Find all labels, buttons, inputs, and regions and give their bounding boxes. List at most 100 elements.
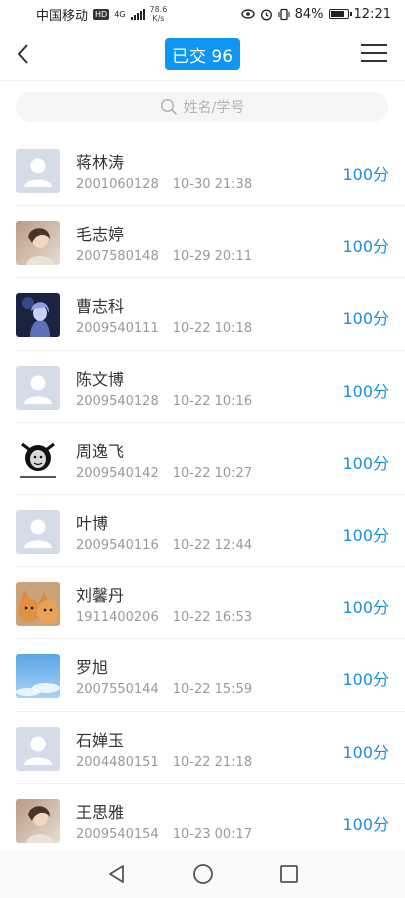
submit-time: 10-22 10:18 [172,321,253,337]
student-row[interactable]: 罗旭 2007550144 10-22 15:59 100分 [16,639,405,712]
avatar [16,726,60,771]
nav-home-icon[interactable] [192,863,214,885]
student-name: 刘馨丹 [76,586,125,606]
student-row[interactable]: 叶博 2009540116 10-22 12:44 100分 [16,495,405,568]
signal-icon [130,8,145,20]
student-id: 2009540111 [76,321,159,337]
battery-icon [328,9,352,19]
submit-time: 10-30 21:38 [172,177,253,192]
search-input[interactable]: 姓名/学号 [16,92,388,122]
score-label: 100分 [342,814,389,834]
student-row[interactable]: 周逸飞 2009540142 10-22 10:27 100分 [16,423,405,495]
network-type: 4G [114,9,126,19]
student-row[interactable]: 陈文博 2009540128 10-22 10:16 100分 [16,351,405,423]
submitted-count-title[interactable]: 已交 96 [165,38,240,70]
search-icon [160,98,177,116]
student-id: 2009540142 [76,465,159,481]
student-meta: 2009540142 10-22 10:27 [76,466,252,481]
submit-time: 10-22 16:53 [172,610,253,626]
student-id: 2001060128 [76,177,159,192]
menu-button[interactable] [361,42,387,64]
menu-icon [361,44,387,46]
avatar [16,654,60,699]
student-meta: 2009540116 10-22 12:44 [76,538,252,553]
battery-percent: 84% [294,6,324,22]
nav-header: 已交 96 [0,28,405,81]
score-label: 100分 [342,670,389,690]
avatar [16,149,60,193]
student-name: 石婵玉 [76,730,125,750]
avatar [16,798,60,843]
submit-time: 10-22 12:44 [172,537,253,553]
student-name: 蒋林涛 [76,153,125,172]
carrier-label: 中国移动 [36,8,89,24]
status-bar: 中国移动 HD 4G 78.6 K/s 84% 12:21 [0,0,405,28]
alarm-icon [260,9,272,20]
student-name: 曹志科 [76,297,125,317]
student-meta: 2009540128 10-22 10:16 [76,394,252,409]
chevron-left-icon [17,44,28,64]
network-speed-unit: K/s [152,14,165,23]
avatar [16,509,60,554]
student-meta: 2009540154 10-23 00:17 [76,827,252,842]
student-name: 陈文博 [76,369,125,389]
score-label: 100分 [342,165,389,184]
hd-badge: HD [93,8,110,20]
submit-time: 10-29 20:11 [172,249,253,265]
score-label: 100分 [342,453,389,473]
avatar [16,365,60,410]
score-label: 100分 [342,742,389,762]
student-row[interactable]: 曹志科 2009540111 10-22 10:18 100分 [16,278,405,351]
student-row[interactable]: 石婵玉 2004480151 10-22 21:18 100分 [16,712,405,784]
student-id: 2007550144 [76,682,159,698]
student-id: 2009540128 [76,393,159,409]
back-button[interactable] [10,40,38,68]
student-row[interactable]: 刘馨丹 1911400206 10-22 16:53 100分 [16,567,405,640]
student-row[interactable]: 毛志婷 2007580148 10-29 20:11 100分 [16,206,405,279]
student-id: 2009540154 [76,826,159,842]
student-meta: 2009540111 10-22 10:18 [76,321,252,336]
avatar [16,293,60,338]
student-meta: 2007550144 10-22 15:59 [76,682,252,697]
submit-time: 10-22 10:16 [172,393,253,409]
score-label: 100分 [342,237,389,257]
status-bar-right: 84% 12:21 [240,6,391,22]
vibrate-icon [278,8,290,20]
student-row[interactable]: 王思雅 2009540154 10-23 00:17 100分 [16,784,405,856]
student-name: 罗旭 [76,658,109,678]
search-placeholder: 姓名/学号 [183,100,245,116]
student-meta: 2007580148 10-29 20:11 [76,249,252,264]
student-id: 2009540116 [76,537,159,553]
student-id: 2007580148 [76,249,159,265]
student-name: 叶博 [76,513,109,533]
system-nav-bar [0,850,405,898]
student-list: 蒋林涛 2001060128 10-30 21:38 100分 毛志婷 200758014… [0,134,405,856]
student-name: 王思雅 [76,802,125,822]
submit-time: 10-22 21:18 [172,754,253,770]
student-id: 1911400206 [76,610,159,626]
network-speed-value: 78.6 [149,5,168,14]
network-speed: 78.6 K/s [150,5,168,23]
student-meta: 1911400206 10-22 16:53 [76,610,252,625]
student-name: 毛志婷 [76,225,125,245]
student-row[interactable]: 蒋林涛 2001060128 10-30 21:38 100分 [16,134,405,207]
student-meta: 2004480151 10-22 21:18 [76,755,252,770]
status-bar-left: 中国移动 HD 4G 78.6 K/s [36,5,167,24]
nav-back-icon[interactable] [106,863,128,885]
submit-time: 10-23 00:17 [172,826,253,842]
nav-recents-icon[interactable] [278,863,300,885]
submit-time: 10-22 15:59 [172,682,253,698]
eye-icon [240,9,255,19]
avatar [16,582,60,627]
avatar [16,221,60,266]
score-label: 100分 [342,525,389,545]
score-label: 100分 [342,309,389,329]
student-meta: 2001060128 10-30 21:38 [76,177,252,192]
student-id: 2004480151 [76,754,159,770]
score-label: 100分 [342,381,389,401]
student-name: 周逸飞 [76,441,125,461]
score-label: 100分 [342,598,389,618]
clock: 12:21 [353,6,391,22]
submit-time: 10-22 10:27 [172,465,253,481]
avatar [16,437,60,482]
